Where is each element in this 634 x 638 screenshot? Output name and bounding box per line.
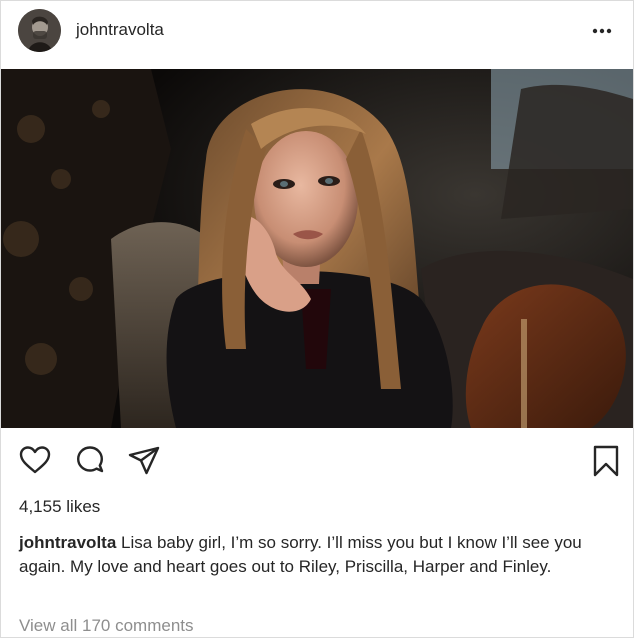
post-image[interactable] [1, 69, 633, 428]
post-username[interactable]: johntravolta [76, 20, 164, 40]
instagram-post: johntravolta 4,155 likes johntravolta Li… [0, 0, 634, 638]
likes-count[interactable]: 4,155 likes [19, 497, 100, 517]
more-options-icon[interactable] [585, 19, 619, 43]
action-bar [1, 428, 633, 492]
avatar[interactable] [18, 9, 61, 52]
comment-bubble-icon[interactable] [73, 444, 107, 478]
caption-username[interactable]: johntravolta [19, 533, 116, 552]
heart-icon[interactable] [18, 444, 52, 478]
post-header: johntravolta [1, 1, 633, 69]
paper-plane-icon[interactable] [127, 444, 161, 478]
bookmark-icon[interactable] [589, 444, 623, 478]
view-all-comments-link[interactable]: View all 170 comments [19, 616, 194, 636]
post-caption: johntravolta Lisa baby girl, I’m so sorr… [19, 531, 617, 579]
